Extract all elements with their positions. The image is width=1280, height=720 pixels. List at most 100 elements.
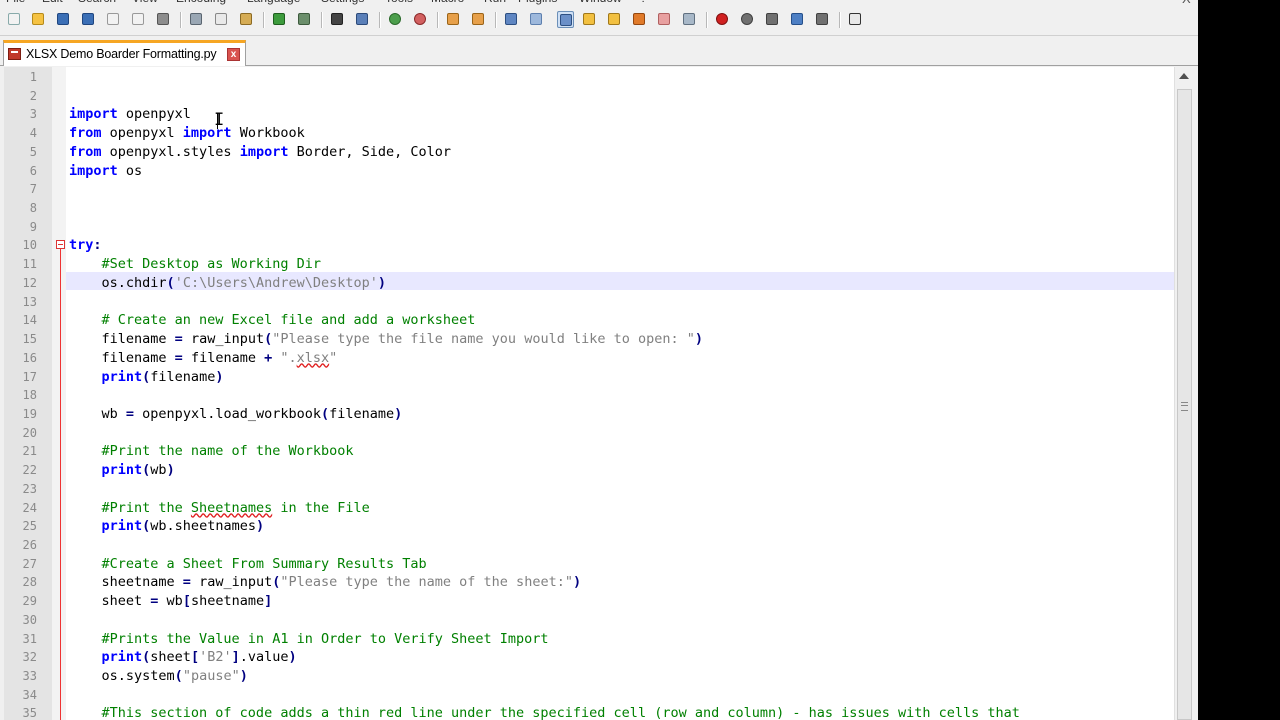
menu-item-file[interactable]: File xyxy=(6,0,25,5)
keyword-token: import xyxy=(69,162,118,179)
folder-as-workspace-button[interactable] xyxy=(656,11,673,28)
zoom-out-button[interactable] xyxy=(412,11,429,28)
document-map-icon xyxy=(608,13,620,25)
toolbar-separator xyxy=(706,12,708,28)
show-all-characters-button[interactable] xyxy=(528,11,545,28)
menu-item-settings[interactable]: Settings xyxy=(321,0,364,5)
code-line: try: xyxy=(69,236,102,255)
document-map-button[interactable] xyxy=(606,11,623,28)
save-all-button[interactable] xyxy=(80,11,97,28)
indent-guide-button[interactable] xyxy=(557,11,574,28)
redo-button[interactable] xyxy=(296,11,313,28)
line-number: 25 xyxy=(22,519,37,534)
sync-vertical-button[interactable] xyxy=(445,11,462,28)
toolbar-separator xyxy=(263,12,265,28)
line-number: 14 xyxy=(22,313,37,328)
fold-range-line xyxy=(60,249,61,720)
code-token: Workbook xyxy=(231,125,305,142)
code-editor[interactable]: 1 2 3 import openpyxl 4 from openpyxl import … xyxy=(4,67,1174,720)
scrollbar-grip-icon xyxy=(1181,402,1188,411)
run-macro-multiple-icon xyxy=(791,13,803,25)
menu-item-run[interactable]: Run xyxy=(484,0,506,5)
code-line: print(filename) xyxy=(69,368,224,387)
find-button[interactable] xyxy=(329,11,346,28)
show-all-characters-icon xyxy=(530,13,542,25)
code-token: openpyxl.styles xyxy=(101,143,240,160)
zoom-in-button[interactable] xyxy=(387,11,404,28)
code-token: wb.sheetnames xyxy=(150,518,256,535)
stop-recording-button[interactable] xyxy=(739,11,756,28)
save-macro-button[interactable] xyxy=(814,11,831,28)
line-number: 12 xyxy=(22,275,37,290)
copy-icon xyxy=(215,13,227,25)
undo-icon xyxy=(273,13,285,25)
line-number: 11 xyxy=(22,257,37,272)
string-token: "pause" xyxy=(182,668,240,685)
paste-button[interactable] xyxy=(238,11,255,28)
line-number: 10 xyxy=(22,238,37,253)
operator-token: = xyxy=(182,574,191,591)
fold-collapse-icon[interactable] xyxy=(56,240,65,249)
string-token: 'B2' xyxy=(199,649,232,666)
toolbar-separator xyxy=(321,12,323,28)
line-number: 16 xyxy=(22,350,37,365)
indent-guide-icon xyxy=(560,14,572,26)
undo-button[interactable] xyxy=(271,11,288,28)
window-close-button[interactable]: X xyxy=(1182,0,1191,6)
print-button[interactable] xyxy=(155,11,172,28)
line-number: 9 xyxy=(29,219,37,234)
close-all-icon xyxy=(132,13,144,25)
code-token: raw_input xyxy=(190,574,273,591)
operator-token: ) xyxy=(255,518,265,535)
menu-item-language[interactable]: Language xyxy=(247,0,300,5)
menu-item-help[interactable]: ? xyxy=(640,0,647,5)
replace-button[interactable] xyxy=(354,11,371,28)
string-token: "Please type the file name you would lik… xyxy=(272,331,695,348)
new-file-button[interactable] xyxy=(6,11,23,28)
spell-check-button[interactable] xyxy=(847,11,864,28)
keyword-token: try xyxy=(69,237,94,254)
menu-item-plugins[interactable]: Plugins xyxy=(518,0,557,5)
spell-check-icon xyxy=(849,13,861,25)
line-number: 1 xyxy=(29,70,37,84)
user-defined-language-button[interactable] xyxy=(581,11,598,28)
open-file-button[interactable] xyxy=(30,11,47,28)
scrollbar-thumb[interactable] xyxy=(1177,89,1192,720)
menu-item-edit[interactable]: Edit xyxy=(42,0,63,5)
line-number: 29 xyxy=(22,594,37,609)
operator-token: ) xyxy=(394,405,403,422)
code-line: import os xyxy=(69,162,142,181)
scroll-up-arrow-icon[interactable] xyxy=(1179,73,1189,79)
save-button[interactable] xyxy=(55,11,72,28)
tab-close-button[interactable]: x xyxy=(227,48,240,61)
close-all-button[interactable] xyxy=(130,11,147,28)
close-file-button[interactable] xyxy=(105,11,122,28)
menu-item-search[interactable]: Search xyxy=(78,0,116,5)
keyword-token: import xyxy=(69,106,118,123)
notepad-plus-plus-window: File Edit Search View Encoding Language Settin… xyxy=(0,0,1198,720)
code-line: print(wb) xyxy=(69,461,175,480)
code-token: wb xyxy=(69,405,126,422)
run-macro-multiple-button[interactable] xyxy=(789,11,806,28)
operator-token: : xyxy=(93,237,102,254)
start-recording-button[interactable] xyxy=(714,11,731,28)
menu-item-macro[interactable]: Macro xyxy=(431,0,464,5)
playback-button[interactable] xyxy=(764,11,781,28)
menu-item-view[interactable]: View xyxy=(132,0,158,5)
keyword-token: print xyxy=(101,649,143,666)
string-token: 'C:\Users\Andrew\Desktop' xyxy=(174,274,378,291)
monitoring-button[interactable] xyxy=(681,11,698,28)
vertical-scrollbar[interactable] xyxy=(1174,67,1194,720)
function-list-button[interactable] xyxy=(631,11,648,28)
menu-item-tools[interactable]: Tools xyxy=(385,0,413,5)
menu-item-encoding[interactable]: Encoding xyxy=(176,0,226,5)
tab-xlsx-demo-boarder-formatting[interactable]: XLSX Demo Boarder Formatting.py x xyxy=(3,40,246,66)
cut-button[interactable] xyxy=(188,11,205,28)
line-number: 8 xyxy=(29,201,37,216)
word-wrap-button[interactable] xyxy=(503,11,520,28)
menu-item-window[interactable]: Window xyxy=(579,0,622,5)
code-line: #Print the Sheetnames in the File xyxy=(69,499,370,518)
new-file-icon xyxy=(8,13,20,25)
sync-horizontal-button[interactable] xyxy=(470,11,487,28)
copy-button[interactable] xyxy=(213,11,230,28)
